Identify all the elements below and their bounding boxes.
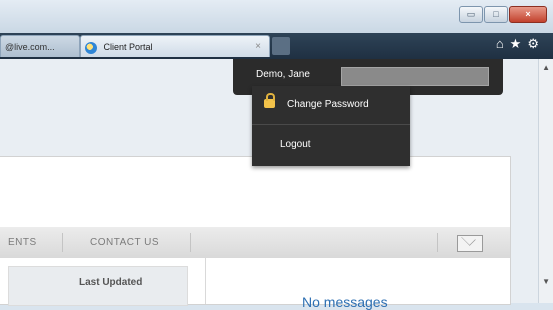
nav-item-events[interactable]: ENTS bbox=[8, 227, 37, 258]
window-controls: ▭ □ × bbox=[458, 6, 547, 23]
user-display-name[interactable]: Demo, Jane bbox=[256, 69, 310, 80]
nav-divider bbox=[190, 233, 191, 252]
portal-header bbox=[0, 157, 510, 228]
maximize-button[interactable]: □ bbox=[484, 6, 508, 23]
tab-live[interactable]: @live.com... bbox=[0, 35, 80, 57]
column-divider bbox=[205, 258, 206, 304]
menu-item-change-password[interactable]: Change Password bbox=[252, 86, 410, 124]
scroll-down-icon[interactable]: ▼ bbox=[542, 277, 550, 286]
browser-nav-icons[interactable]: ⌂★⚙ bbox=[496, 36, 545, 52]
nav-divider bbox=[437, 233, 438, 252]
menu-divider bbox=[252, 124, 410, 125]
tab-client-portal[interactable]: Client Portal × bbox=[80, 35, 270, 57]
nav-item-contact-us[interactable]: CONTACT US bbox=[90, 227, 159, 258]
scroll-up-icon[interactable]: ▲ bbox=[542, 63, 550, 72]
new-tab-button[interactable] bbox=[272, 37, 290, 55]
change-password-label: Change Password bbox=[287, 99, 369, 110]
minimize-button[interactable]: ▭ bbox=[459, 6, 483, 23]
last-updated-label: Last Updated bbox=[79, 277, 143, 288]
vertical-scrollbar[interactable]: ▲ ▼ bbox=[538, 59, 553, 303]
user-account-field[interactable] bbox=[341, 67, 489, 86]
user-dropdown-menu: Change Password Logout bbox=[252, 86, 410, 166]
window-titlebar: ▭ □ × bbox=[0, 0, 553, 34]
logout-label: Logout bbox=[280, 139, 311, 150]
mail-icon[interactable] bbox=[457, 235, 483, 252]
tab-client-portal-label: Client Portal bbox=[103, 42, 153, 52]
lock-icon bbox=[264, 93, 275, 108]
nav-divider bbox=[62, 233, 63, 252]
last-updated-header: Last Updated bbox=[8, 266, 188, 306]
portal-panel: ENTS CONTACT US Last Updated No messages bbox=[0, 156, 511, 310]
menu-item-logout[interactable]: Logout bbox=[252, 126, 410, 164]
main-nav: ENTS CONTACT US bbox=[0, 227, 510, 259]
tab-strip: @live.com... Client Portal × ⌂★⚙ bbox=[0, 33, 553, 59]
content-area: Last Updated No messages bbox=[0, 258, 510, 310]
no-messages-text: No messages bbox=[302, 294, 388, 310]
close-window-button[interactable]: × bbox=[509, 6, 547, 23]
ie-icon bbox=[85, 41, 97, 54]
close-tab-icon[interactable]: × bbox=[255, 36, 261, 58]
tab-live-label: @live.com... bbox=[5, 42, 55, 52]
